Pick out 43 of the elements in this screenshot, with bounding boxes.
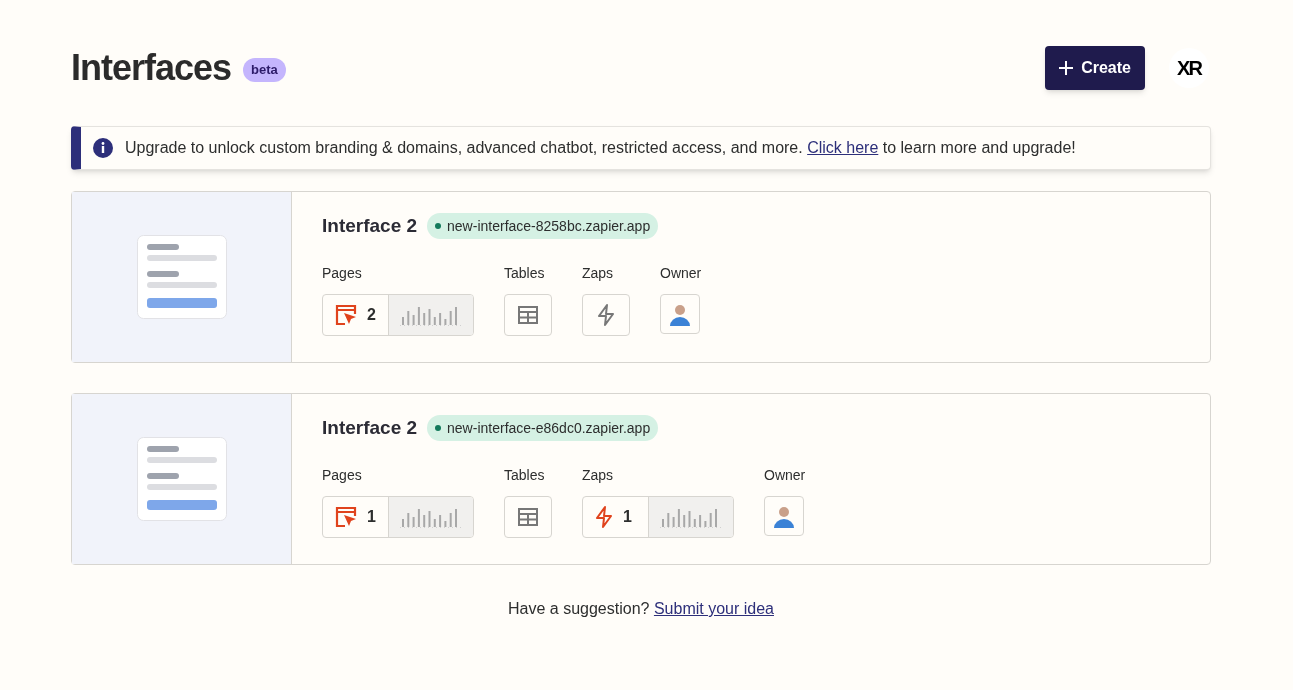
account-logo[interactable]: XR xyxy=(1169,48,1209,88)
tables-button[interactable] xyxy=(504,293,552,336)
page-cursor-icon xyxy=(335,505,357,528)
status-dot-icon xyxy=(435,425,442,432)
page-cursor-icon xyxy=(335,303,357,326)
interface-card[interactable]: Interface 2 new-interface-8258bc.zapier.app Pages 2 Tables Zaps Owner xyxy=(71,191,1211,363)
interface-url-link[interactable]: new-interface-8258bc.zapier.app xyxy=(427,213,659,240)
pages-stat-button[interactable]: 1 xyxy=(322,495,474,538)
table-icon xyxy=(518,507,538,526)
submit-idea-link[interactable]: Submit your idea xyxy=(653,600,774,617)
column-label: Owner xyxy=(764,465,806,485)
beta-badge: beta xyxy=(243,58,286,82)
create-button[interactable]: Create xyxy=(1045,46,1145,90)
banner-text: Upgrade to unlock custom branding & domains, advanced chatbot, restricted access, and more. Click here to learn more and upgrade! xyxy=(125,138,1076,158)
zaps-stat-button[interactable]: 1 xyxy=(582,495,734,538)
interface-name: Interface 2 xyxy=(322,416,418,440)
lightning-icon xyxy=(595,505,613,528)
info-icon xyxy=(93,138,113,158)
column-label: Zaps xyxy=(582,465,615,485)
plus-icon xyxy=(1059,61,1074,75)
lightning-icon xyxy=(597,303,615,326)
owner-button[interactable] xyxy=(764,495,804,536)
column-label: Zaps xyxy=(582,263,615,283)
column-label: Tables xyxy=(504,263,546,283)
column-label: Pages xyxy=(322,465,363,485)
column-label: Pages xyxy=(322,263,363,283)
count-text: 2 xyxy=(367,304,376,325)
interface-card[interactable]: Interface 2 new-interface-e86dc0.zapier.app Pages 1 Tables Zaps 1 Owner xyxy=(71,393,1211,565)
zaps-button[interactable] xyxy=(582,293,630,336)
column-label: Owner xyxy=(660,263,702,283)
interface-url-link[interactable]: new-interface-e86dc0.zapier.app xyxy=(427,415,659,442)
interface-name: Interface 2 xyxy=(322,214,418,238)
column-label: Tables xyxy=(504,465,546,485)
status-dot-icon xyxy=(435,223,442,230)
count-text: 1 xyxy=(623,506,632,527)
tables-button[interactable] xyxy=(504,495,552,538)
pages-stat-button[interactable]: 2 xyxy=(322,293,474,336)
count-text: 1 xyxy=(367,506,376,527)
page-title: Interfaces xyxy=(71,46,232,90)
upgrade-link[interactable]: Click here xyxy=(807,139,879,156)
footer-text: Have a suggestion? Submit your idea xyxy=(507,599,775,619)
table-icon xyxy=(518,305,538,324)
owner-button[interactable] xyxy=(660,293,700,334)
